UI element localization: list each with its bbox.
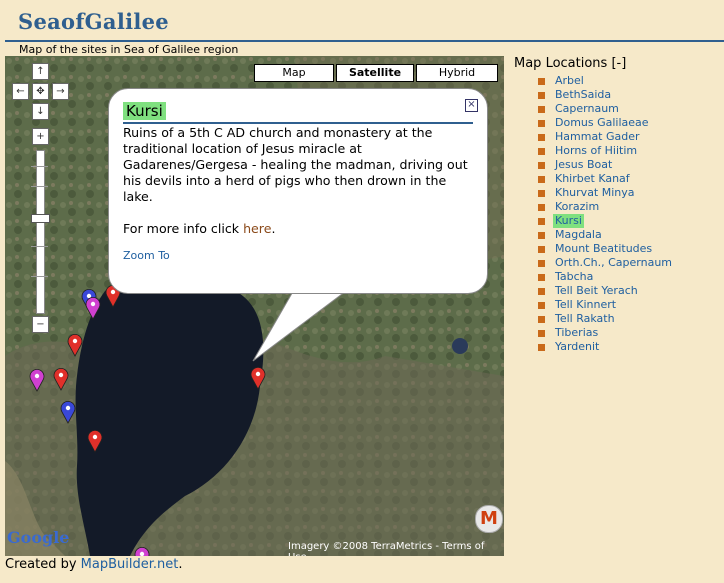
- imagery-text: Imagery ©2008 TerraMetrics -: [288, 541, 443, 552]
- location-link[interactable]: Capernaum: [553, 102, 621, 116]
- map-marker-red[interactable]: [87, 429, 103, 453]
- locations-header: Map Locations [-]: [514, 56, 626, 71]
- infowindow-title: Kursi: [123, 102, 166, 120]
- location-link[interactable]: Tell Beit Yerach: [553, 284, 640, 298]
- collapse-toggle[interactable]: [-]: [611, 56, 626, 71]
- footer-suffix: .: [178, 557, 183, 572]
- bullet-icon: [538, 176, 545, 183]
- google-logo[interactable]: Google: [7, 528, 69, 547]
- close-icon[interactable]: ×: [465, 99, 478, 112]
- location-link[interactable]: Arbel: [553, 74, 586, 88]
- location-link[interactable]: Tabcha: [553, 270, 595, 284]
- page-title: SeaofGalilee: [18, 9, 169, 34]
- map-marker-blue[interactable]: [60, 400, 76, 424]
- location-link[interactable]: Tell Kinnert: [553, 298, 618, 312]
- more-info-line: For more info click here.: [123, 221, 275, 236]
- bullet-icon: [538, 204, 545, 211]
- footer-prefix: Created by: [5, 557, 81, 572]
- bullet-icon: [538, 162, 545, 169]
- bullet-icon: [538, 232, 545, 239]
- location-link[interactable]: Orth.Ch., Capernaum: [553, 256, 674, 270]
- google-logo-text: Google: [7, 528, 70, 547]
- bullet-icon: [538, 274, 545, 281]
- title-divider: [5, 40, 724, 42]
- bullet-icon: [538, 148, 545, 155]
- more-info-link[interactable]: here: [243, 221, 271, 236]
- infowindow-description: Ruins of a 5th C AD church and monastery…: [123, 125, 468, 204]
- location-link[interactable]: Magdala: [553, 228, 604, 242]
- mapbuilder-badge-icon[interactable]: M: [475, 505, 503, 533]
- locations-title: Map Locations: [514, 56, 608, 71]
- more-info-suffix: .: [271, 221, 276, 236]
- bullet-icon: [538, 92, 545, 99]
- bullet-icon: [538, 330, 545, 337]
- bullet-icon: [538, 246, 545, 253]
- bullet-icon: [538, 344, 545, 351]
- location-link[interactable]: BethSaida: [553, 88, 613, 102]
- location-link[interactable]: Jesus Boat: [553, 158, 614, 172]
- zoom-to-link[interactable]: Zoom To: [123, 249, 170, 262]
- bullet-icon: [538, 120, 545, 127]
- location-link[interactable]: Mount Beatitudes: [553, 242, 654, 256]
- infowindow-divider: [123, 122, 473, 124]
- location-link[interactable]: Hammat Gader: [553, 130, 642, 144]
- location-link[interactable]: Tell Rakath: [553, 312, 617, 326]
- location-link[interactable]: Horns of Hiitim: [553, 144, 639, 158]
- location-link[interactable]: Tiberias: [553, 326, 600, 340]
- imagery-attribution: Imagery ©2008 TerraMetrics - Terms of Us…: [288, 541, 504, 556]
- bullet-icon: [538, 218, 545, 225]
- bullet-icon: [538, 78, 545, 85]
- location-link[interactable]: Khurvat Minya: [553, 186, 637, 200]
- mapbuilder-link[interactable]: MapBuilder.net: [81, 557, 179, 572]
- bullet-icon: [538, 302, 545, 309]
- location-link[interactable]: Khirbet Kanaf: [553, 172, 632, 186]
- info-window: Kursi × Ruins of a 5th C AD church and m…: [108, 88, 488, 294]
- more-info-prefix: For more info click: [123, 221, 244, 236]
- location-link[interactable]: Domus Galilaeae: [553, 116, 651, 130]
- location-link[interactable]: Korazim: [553, 200, 601, 214]
- location-link[interactable]: Kursi: [553, 214, 584, 228]
- bullet-icon: [538, 106, 545, 113]
- map-canvas[interactable]: Map Satellite Hybrid ↑ ← ✥ → ↓ + − Kursi…: [5, 56, 504, 556]
- bullet-icon: [538, 190, 545, 197]
- map-marker-pink[interactable]: [134, 546, 150, 556]
- location-link[interactable]: Yardenit: [553, 340, 601, 354]
- bullet-icon: [538, 134, 545, 141]
- page-subtitle: Map of the sites in Sea of Galilee regio…: [19, 43, 239, 56]
- bullet-icon: [538, 260, 545, 267]
- bullet-icon: [538, 316, 545, 323]
- footer: Created by MapBuilder.net.: [5, 557, 183, 572]
- bullet-icon: [538, 288, 545, 295]
